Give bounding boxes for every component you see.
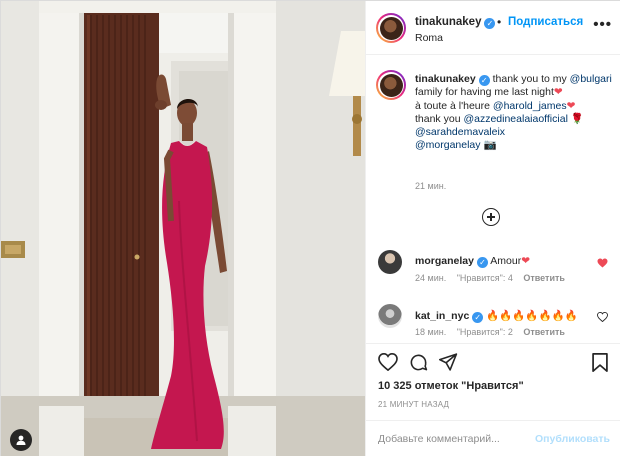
- heart-icon[interactable]: [597, 258, 608, 268]
- comment-input[interactable]: [378, 433, 538, 445]
- caption-avatar[interactable]: [376, 70, 406, 100]
- tag-button[interactable]: [10, 429, 32, 451]
- author-username[interactable]: tinakunakey ✓: [415, 16, 496, 29]
- mention-sarahdemavaleix[interactable]: @sarahdemavaleix: [415, 126, 505, 138]
- post-header: tinakunakey ✓ • Подписаться Roma •••: [366, 1, 620, 55]
- share-icon[interactable]: [439, 353, 458, 371]
- caption-part: thank you: [415, 112, 464, 125]
- more-icon[interactable]: •••: [593, 16, 612, 33]
- reply-button[interactable]: Ответить: [523, 273, 565, 283]
- comment-likes[interactable]: "Нравится": 4: [457, 273, 513, 283]
- reply-button[interactable]: Ответить: [523, 327, 565, 337]
- post-sidebar: tinakunakey ✓ • Подписаться Roma ••• tina…: [365, 1, 620, 456]
- heart-emoji: ❤: [553, 86, 563, 99]
- add-comment-row: Опубликовать: [366, 420, 620, 456]
- caption-timestamp[interactable]: 21 мин.: [415, 181, 446, 191]
- comment-time[interactable]: 24 мин.: [415, 273, 446, 283]
- mention-morganelay[interactable]: @morganelay: [415, 139, 481, 151]
- verified-badge-icon: ✓: [472, 312, 484, 323]
- comment-time[interactable]: 18 мин.: [415, 327, 446, 337]
- commenter-avatar[interactable]: [378, 250, 402, 274]
- heart-emoji: ❤: [566, 99, 576, 112]
- rose-emoji: 🌹: [570, 112, 584, 125]
- comment-text: kat_in_nyc ✓ 🔥🔥🔥🔥🔥🔥🔥: [415, 309, 578, 323]
- heart-icon[interactable]: [378, 353, 398, 371]
- comment-item: morganelay ✓ Amour❤ 24 мин. "Нравится": 4…: [376, 250, 616, 292]
- mention-azzedinealaiaofficial[interactable]: @azzedinealaiaofficial: [463, 113, 567, 125]
- likes-count[interactable]: 10 325 отметок "Нравится": [378, 380, 524, 392]
- comment-likes[interactable]: "Нравится": 2: [457, 327, 513, 337]
- heart-icon[interactable]: [597, 312, 608, 322]
- verified-badge-icon: ✓: [478, 75, 490, 86]
- comment-body: 🔥🔥🔥🔥🔥🔥🔥: [486, 310, 578, 322]
- comment-body: Amour: [490, 255, 522, 267]
- mention-harold-james[interactable]: @harold_james: [493, 100, 567, 112]
- photo-illustration: [1, 1, 365, 456]
- comment-icon[interactable]: [409, 353, 428, 372]
- heart-emoji: ❤: [521, 255, 531, 267]
- comment-meta: 24 мин. "Нравится": 4 Ответить: [415, 273, 573, 283]
- comments-list: tinakunakey ✓ thank you to my @bulgari fa…: [366, 56, 620, 343]
- caption-username[interactable]: tinakunakey: [415, 73, 476, 85]
- post-dialog: tinakunakey ✓ • Подписаться Roma ••• tina…: [0, 0, 620, 456]
- post-actions: 10 325 отметок "Нравится" 21 МИНУТ НАЗАД…: [366, 343, 620, 456]
- comment-text: morganelay ✓ Amour❤: [415, 255, 530, 268]
- caption-part: family for having me last night: [415, 86, 554, 99]
- commenter-username[interactable]: kat_in_nyc: [415, 310, 469, 322]
- commenter-avatar[interactable]: [378, 304, 402, 328]
- post-photo: [1, 1, 365, 456]
- verified-badge-icon: ✓: [484, 18, 496, 29]
- camera-emoji: 📷: [483, 139, 497, 152]
- comment-meta: 18 мин. "Нравится": 2 Ответить: [415, 327, 573, 337]
- follow-button[interactable]: Подписаться: [508, 16, 583, 28]
- author-avatar[interactable]: [376, 13, 406, 43]
- post-timestamp[interactable]: 21 МИНУТ НАЗАД: [378, 400, 449, 409]
- person-tag-icon: [16, 435, 26, 445]
- comment-item: kat_in_nyc ✓ 🔥🔥🔥🔥🔥🔥🔥 18 мин. "Нравится": …: [376, 304, 616, 343]
- caption-part: à toute à l'heure: [415, 99, 493, 112]
- mention-bulgari[interactable]: @bulgari: [570, 73, 612, 85]
- header-separator: •: [497, 15, 502, 29]
- publish-button[interactable]: Опубликовать: [535, 433, 610, 445]
- commenter-username[interactable]: morganelay: [415, 255, 474, 267]
- caption-text: tinakunakey ✓ thank you to my @bulgari fa…: [415, 73, 615, 153]
- author-username-text[interactable]: tinakunakey: [415, 16, 481, 28]
- plus-circle-icon[interactable]: [482, 208, 500, 226]
- caption-part: thank you to my: [492, 73, 570, 85]
- post-location[interactable]: Roma: [415, 32, 443, 44]
- bookmark-icon[interactable]: [592, 353, 608, 372]
- verified-badge-icon: ✓: [476, 257, 488, 268]
